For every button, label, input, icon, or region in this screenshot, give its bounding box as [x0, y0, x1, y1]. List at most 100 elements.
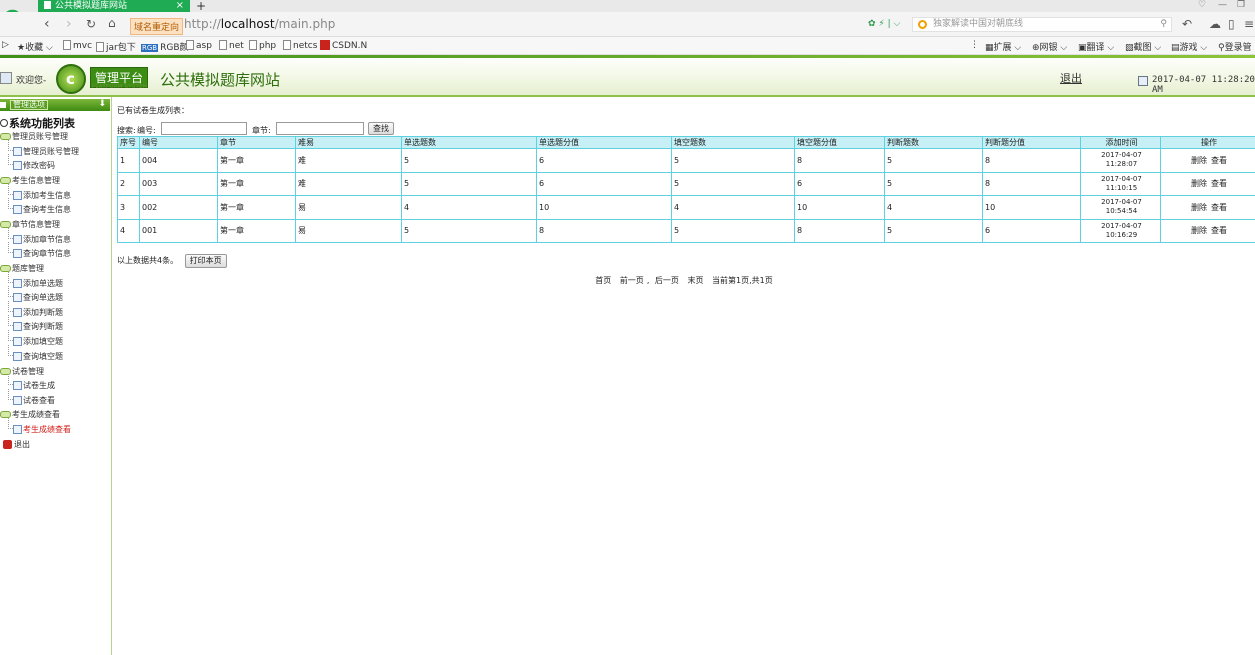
- toolbar-screenshot[interactable]: ▧截图 ⌵: [1125, 40, 1161, 53]
- tree-group-question-bank[interactable]: 题库管理: [0, 263, 44, 274]
- url-field[interactable]: http://localhost/main.php: [184, 17, 335, 31]
- back-icon[interactable]: ‹: [44, 16, 50, 32]
- search-icon[interactable]: ⚲: [1160, 18, 1167, 31]
- edit-icon: [13, 161, 22, 170]
- toolbar-bank[interactable]: ⊕网银 ⌵: [1032, 40, 1067, 53]
- search-input[interactable]: 独家解读中国对朝底线 ⚲: [912, 17, 1172, 32]
- row-single-score: 6: [536, 148, 672, 173]
- toolbar-translate[interactable]: ▣翻译 ⌵: [1078, 40, 1114, 53]
- delete-link[interactable]: 删除: [1191, 179, 1207, 188]
- refresh-icon[interactable]: ↻: [86, 17, 96, 31]
- undo-icon[interactable]: ↶: [1182, 17, 1192, 31]
- security-icon[interactable]: ✿ ⚡ | ⌵: [868, 19, 900, 29]
- row-single-score: 8: [536, 218, 672, 243]
- column-header[interactable]: 难易: [295, 136, 402, 149]
- chapter-input[interactable]: [276, 122, 364, 135]
- column-header[interactable]: 序号: [117, 136, 140, 149]
- tree-item-query-judge[interactable]: 查询判断题: [8, 315, 63, 332]
- row-judge-score: 6: [982, 218, 1081, 243]
- tree-item-admin-account[interactable]: 管理员账号管理: [8, 140, 79, 157]
- tree-item-change-password[interactable]: 修改密码: [8, 154, 55, 171]
- toolbar-extensions[interactable]: ▦扩展 ⌵: [985, 40, 1021, 53]
- sidebar-header-label: 管理选项: [10, 100, 48, 110]
- delete-link[interactable]: 删除: [1191, 156, 1207, 165]
- tree-item-add-judge[interactable]: 添加判断题: [8, 301, 63, 318]
- column-header[interactable]: 章节: [217, 136, 296, 149]
- row-seq: 2: [117, 171, 140, 196]
- bookmark-asp[interactable]: asp: [186, 40, 212, 51]
- edit-icon: [13, 396, 22, 405]
- column-header[interactable]: 单选题分值: [536, 136, 672, 149]
- redirect-badge[interactable]: 域名重定向: [130, 18, 184, 35]
- tree-item-view-scores[interactable]: 考生成绩查看: [8, 418, 71, 435]
- menu-icon[interactable]: ≡: [1244, 17, 1254, 31]
- site-header: 欢迎您- c 管理平台 PLATFORM SYSTEM 公共模拟题库网站 退出 …: [0, 55, 1255, 97]
- phone-icon[interactable]: ▯: [1228, 17, 1235, 31]
- bookmark-csdn[interactable]: CSDN.N: [320, 40, 367, 51]
- sidebar-toggle-icon[interactable]: ▷: [2, 40, 9, 50]
- column-header[interactable]: 添加时间: [1080, 136, 1161, 149]
- logout-link[interactable]: 退出: [1060, 70, 1082, 86]
- tree-item-add-chapter[interactable]: 添加章节信息: [8, 228, 71, 245]
- search-button[interactable]: 查找: [368, 122, 394, 135]
- tree-item-generate-paper[interactable]: 试卷生成: [8, 374, 55, 391]
- tree-item-query-chapter[interactable]: 查询章节信息: [8, 242, 71, 259]
- tree-group-papers[interactable]: 试卷管理: [0, 366, 44, 377]
- row-added-clock: 11:10:15: [1105, 183, 1138, 192]
- toolbar-games[interactable]: ▤游戏 ⌵: [1171, 40, 1207, 53]
- bookmark-jar[interactable]: jar包下: [96, 40, 136, 53]
- column-header[interactable]: 判断题分值: [982, 136, 1081, 149]
- tree-item-query-single[interactable]: 查询单选题: [8, 286, 63, 303]
- maximize-icon[interactable]: ❐: [1237, 0, 1245, 10]
- browser-tab[interactable]: 公共模拟题库网站 ×: [38, 0, 190, 12]
- close-tab-icon[interactable]: ×: [176, 0, 184, 12]
- forward-icon[interactable]: ›: [66, 16, 72, 32]
- tree-item-add-student[interactable]: 添加考生信息: [8, 184, 71, 201]
- bookmark-mvc[interactable]: mvc: [63, 40, 92, 51]
- view-link[interactable]: 查看: [1211, 179, 1227, 188]
- column-header[interactable]: 填空题数: [671, 136, 795, 149]
- page-status: 当前第1页,共1页: [712, 276, 773, 285]
- tree-item-add-blank[interactable]: 添加填空题: [8, 330, 63, 347]
- row-added-date: 2017-04-07: [1101, 221, 1142, 230]
- bookmark-net[interactable]: net: [219, 40, 244, 51]
- print-button[interactable]: 打印本页: [184, 254, 227, 268]
- column-header[interactable]: 操作: [1160, 136, 1255, 149]
- tree-item-view-paper[interactable]: 试卷查看: [8, 389, 55, 406]
- bookmark-rgb[interactable]: RGB RGB颜: [141, 40, 189, 53]
- tree-item-query-blank[interactable]: 查询填空题: [8, 345, 63, 362]
- row-difficulty: 难: [295, 171, 402, 196]
- delete-link[interactable]: 删除: [1191, 203, 1207, 212]
- next-page-link[interactable]: 后一页: [655, 276, 679, 285]
- tree-item-query-student[interactable]: 查询考生信息: [8, 198, 71, 215]
- minimize-icon[interactable]: —: [1218, 0, 1227, 10]
- view-link[interactable]: 查看: [1211, 203, 1227, 212]
- delete-link[interactable]: 删除: [1191, 226, 1207, 235]
- tree-item-label: 查询判断题: [23, 322, 63, 331]
- bookmark-netcs[interactable]: netcs: [283, 40, 317, 51]
- column-header[interactable]: 编号: [139, 136, 218, 149]
- sidebar-exit[interactable]: 退出: [3, 439, 30, 450]
- toolbar-login[interactable]: ⚲登录管: [1218, 40, 1252, 53]
- column-header[interactable]: 判断题数: [884, 136, 983, 149]
- skin-icon[interactable]: ♡: [1198, 0, 1206, 10]
- bookmark-label: netcs: [293, 41, 318, 51]
- column-header[interactable]: 单选题数: [401, 136, 537, 149]
- row-chapter: 第一章: [217, 195, 296, 220]
- first-page-link[interactable]: 首页: [595, 276, 611, 285]
- code-input[interactable]: [161, 122, 247, 135]
- tree-item-add-single[interactable]: 添加单选题: [8, 272, 63, 289]
- column-header[interactable]: 填空题分值: [794, 136, 885, 149]
- last-page-link[interactable]: 末页: [687, 276, 703, 285]
- bookmark-favorites[interactable]: ★收藏 ⌵: [17, 40, 53, 53]
- row-single-count: 5: [401, 148, 537, 173]
- cloud-icon[interactable]: ☁: [1209, 17, 1221, 31]
- view-link[interactable]: 查看: [1211, 226, 1227, 235]
- home-icon[interactable]: ⌂: [108, 16, 116, 30]
- prev-page-link[interactable]: 前一页: [620, 276, 644, 285]
- view-link[interactable]: 查看: [1211, 156, 1227, 165]
- total-row: 以上数据共4条。 打印本页: [117, 254, 227, 268]
- collapse-icon[interactable]: ⬇: [98, 99, 106, 109]
- row-seq: 4: [117, 218, 140, 243]
- bookmark-php[interactable]: php: [249, 40, 276, 51]
